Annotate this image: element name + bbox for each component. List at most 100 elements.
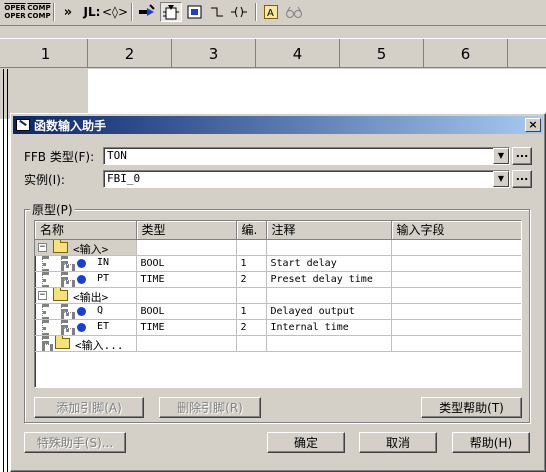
jl-button[interactable]: JL: (81, 2, 103, 22)
table-row[interactable]: Q BOOL 1 Delayed output (35, 303, 521, 320)
instance-combobox[interactable]: FBI_0 ▼ (103, 170, 510, 188)
toolbar-separator (255, 3, 257, 21)
folder-icon (55, 335, 70, 349)
type-cell: BOOL (136, 303, 237, 320)
comment-cell: Delayed output (266, 303, 392, 320)
column-header-number[interactable]: 编. (236, 221, 267, 240)
ffb-type-label: FFB 类型(F): (24, 150, 95, 164)
chevron-down-icon[interactable]: ▼ (493, 148, 509, 164)
tree-cell[interactable]: − <输出> (35, 287, 137, 304)
tree-cell[interactable]: IN (35, 255, 137, 272)
tree-line (42, 271, 46, 286)
input-field-cell[interactable] (391, 271, 521, 288)
collapse-icon[interactable]: − (38, 242, 47, 252)
left-power-rail (3, 69, 8, 472)
pin-name: PT (97, 272, 110, 284)
type-help-button[interactable]: 类型帮助(T) (421, 397, 522, 418)
remove-pin-button[interactable]: 删除引脚(R) (159, 397, 261, 418)
pin-icon (77, 306, 86, 316)
close-button[interactable]: × (525, 118, 541, 132)
coil-icon[interactable] (229, 2, 249, 22)
double-chevron-icon[interactable]: » (59, 2, 77, 22)
column-header-bar: 1 2 3 4 5 6 (0, 38, 546, 68)
tree-line (42, 335, 46, 344)
timer-icon[interactable] (185, 2, 205, 22)
column-header-input-field[interactable]: 输入字段 (391, 221, 521, 240)
table-row[interactable]: <输入... (35, 335, 521, 352)
column-header-name[interactable]: 名称 (35, 221, 137, 240)
dialog-title: 函数输入助手 (34, 118, 107, 133)
diamond-icon[interactable]: <◊> (102, 2, 128, 22)
number-cell: 1 (236, 303, 267, 320)
oper-top-label: OPER (4, 4, 26, 12)
number-cell: 2 (236, 319, 267, 336)
input-field-cell[interactable] (391, 239, 521, 256)
function-block-icon[interactable] (160, 2, 182, 22)
tree-cell[interactable]: − <输入> (35, 239, 137, 256)
table-row[interactable]: ET TIME 2 Internal time (35, 319, 521, 336)
cancel-button[interactable]: 取消 (359, 432, 437, 453)
column-header[interactable]: 1 (4, 39, 88, 68)
pin-name: ET (97, 320, 110, 332)
help-button[interactable]: 帮助(H) (452, 432, 530, 453)
ffb-type-browse-button[interactable]: ... (512, 147, 532, 165)
table-row[interactable]: − <输入> (35, 239, 521, 256)
group-name: <输入> (73, 242, 109, 255)
comp-top-label: COMP (27, 4, 51, 12)
type-cell: TIME (136, 319, 237, 336)
input-field-cell[interactable] (391, 287, 521, 304)
dialog-titlebar[interactable]: 函数输入助手 × (13, 116, 543, 134)
ffb-type-combobox[interactable]: TON ▼ (103, 147, 510, 165)
input-field-cell[interactable] (391, 303, 521, 320)
column-header-comment[interactable]: 注释 (266, 221, 392, 240)
pin-icon (77, 274, 86, 284)
column-header[interactable]: 2 (88, 39, 172, 68)
input-field-cell[interactable] (391, 255, 521, 272)
comp-button[interactable]: COMP COMP (27, 2, 51, 22)
tree-cell[interactable]: <输入... (35, 335, 137, 352)
tree-cell[interactable]: PT (35, 271, 137, 288)
column-header[interactable]: 4 (256, 39, 340, 68)
text-icon[interactable]: A (262, 2, 280, 22)
table-row[interactable]: PT TIME 2 Preset delay time (35, 271, 521, 288)
column-header[interactable]: 6 (424, 39, 508, 68)
insert-icon[interactable] (137, 2, 157, 22)
comment-cell: Preset delay time (266, 271, 392, 288)
special-assistant-button[interactable]: 特殊助手(S)... (24, 432, 126, 453)
prototype-grid[interactable]: 名称 类型 编. 注释 输入字段 − <输入> IN BOOL 1 Start … (34, 220, 522, 388)
tree-line (61, 311, 75, 316)
chevron-down-icon[interactable]: ▼ (493, 171, 509, 187)
oper-button[interactable]: OPER OPER (4, 2, 26, 22)
column-header-type[interactable]: 类型 (136, 221, 237, 240)
jl-label: JL: (83, 5, 101, 19)
ladder-selected-cell (0, 69, 88, 119)
column-header[interactable]: 3 (172, 39, 256, 68)
add-pin-button[interactable]: 添加引脚(A) (34, 397, 144, 418)
tree-cell[interactable]: Q (35, 303, 137, 320)
comment-cell: Start delay (266, 255, 392, 272)
tree-cell[interactable]: ET (35, 319, 137, 336)
toolbar: OPER OPER COMP COMP » JL: <◊> A (0, 0, 546, 26)
comment-cell (266, 335, 392, 352)
number-cell (236, 335, 267, 352)
input-field-cell[interactable] (391, 319, 521, 336)
table-row[interactable]: IN BOOL 1 Start delay (35, 255, 521, 272)
pin-name: Q (97, 304, 104, 316)
glasses-icon[interactable] (284, 2, 304, 22)
instance-browse-button[interactable]: ... (512, 170, 532, 188)
tree-line (61, 303, 65, 312)
instance-label: 实例(I): (24, 173, 65, 187)
folder-icon (53, 239, 68, 253)
column-header[interactable]: 5 (340, 39, 424, 68)
branch-icon[interactable] (208, 2, 226, 22)
table-row[interactable]: − <输出> (35, 287, 521, 304)
tree-line (42, 319, 46, 334)
type-cell (136, 335, 237, 352)
input-field-cell[interactable] (391, 335, 521, 352)
pin-icon (77, 258, 86, 268)
comment-cell (266, 287, 392, 304)
collapse-icon[interactable]: − (38, 290, 47, 300)
type-cell: TIME (136, 271, 237, 288)
tree-line (42, 303, 46, 318)
ok-button[interactable]: 确定 (267, 432, 345, 453)
